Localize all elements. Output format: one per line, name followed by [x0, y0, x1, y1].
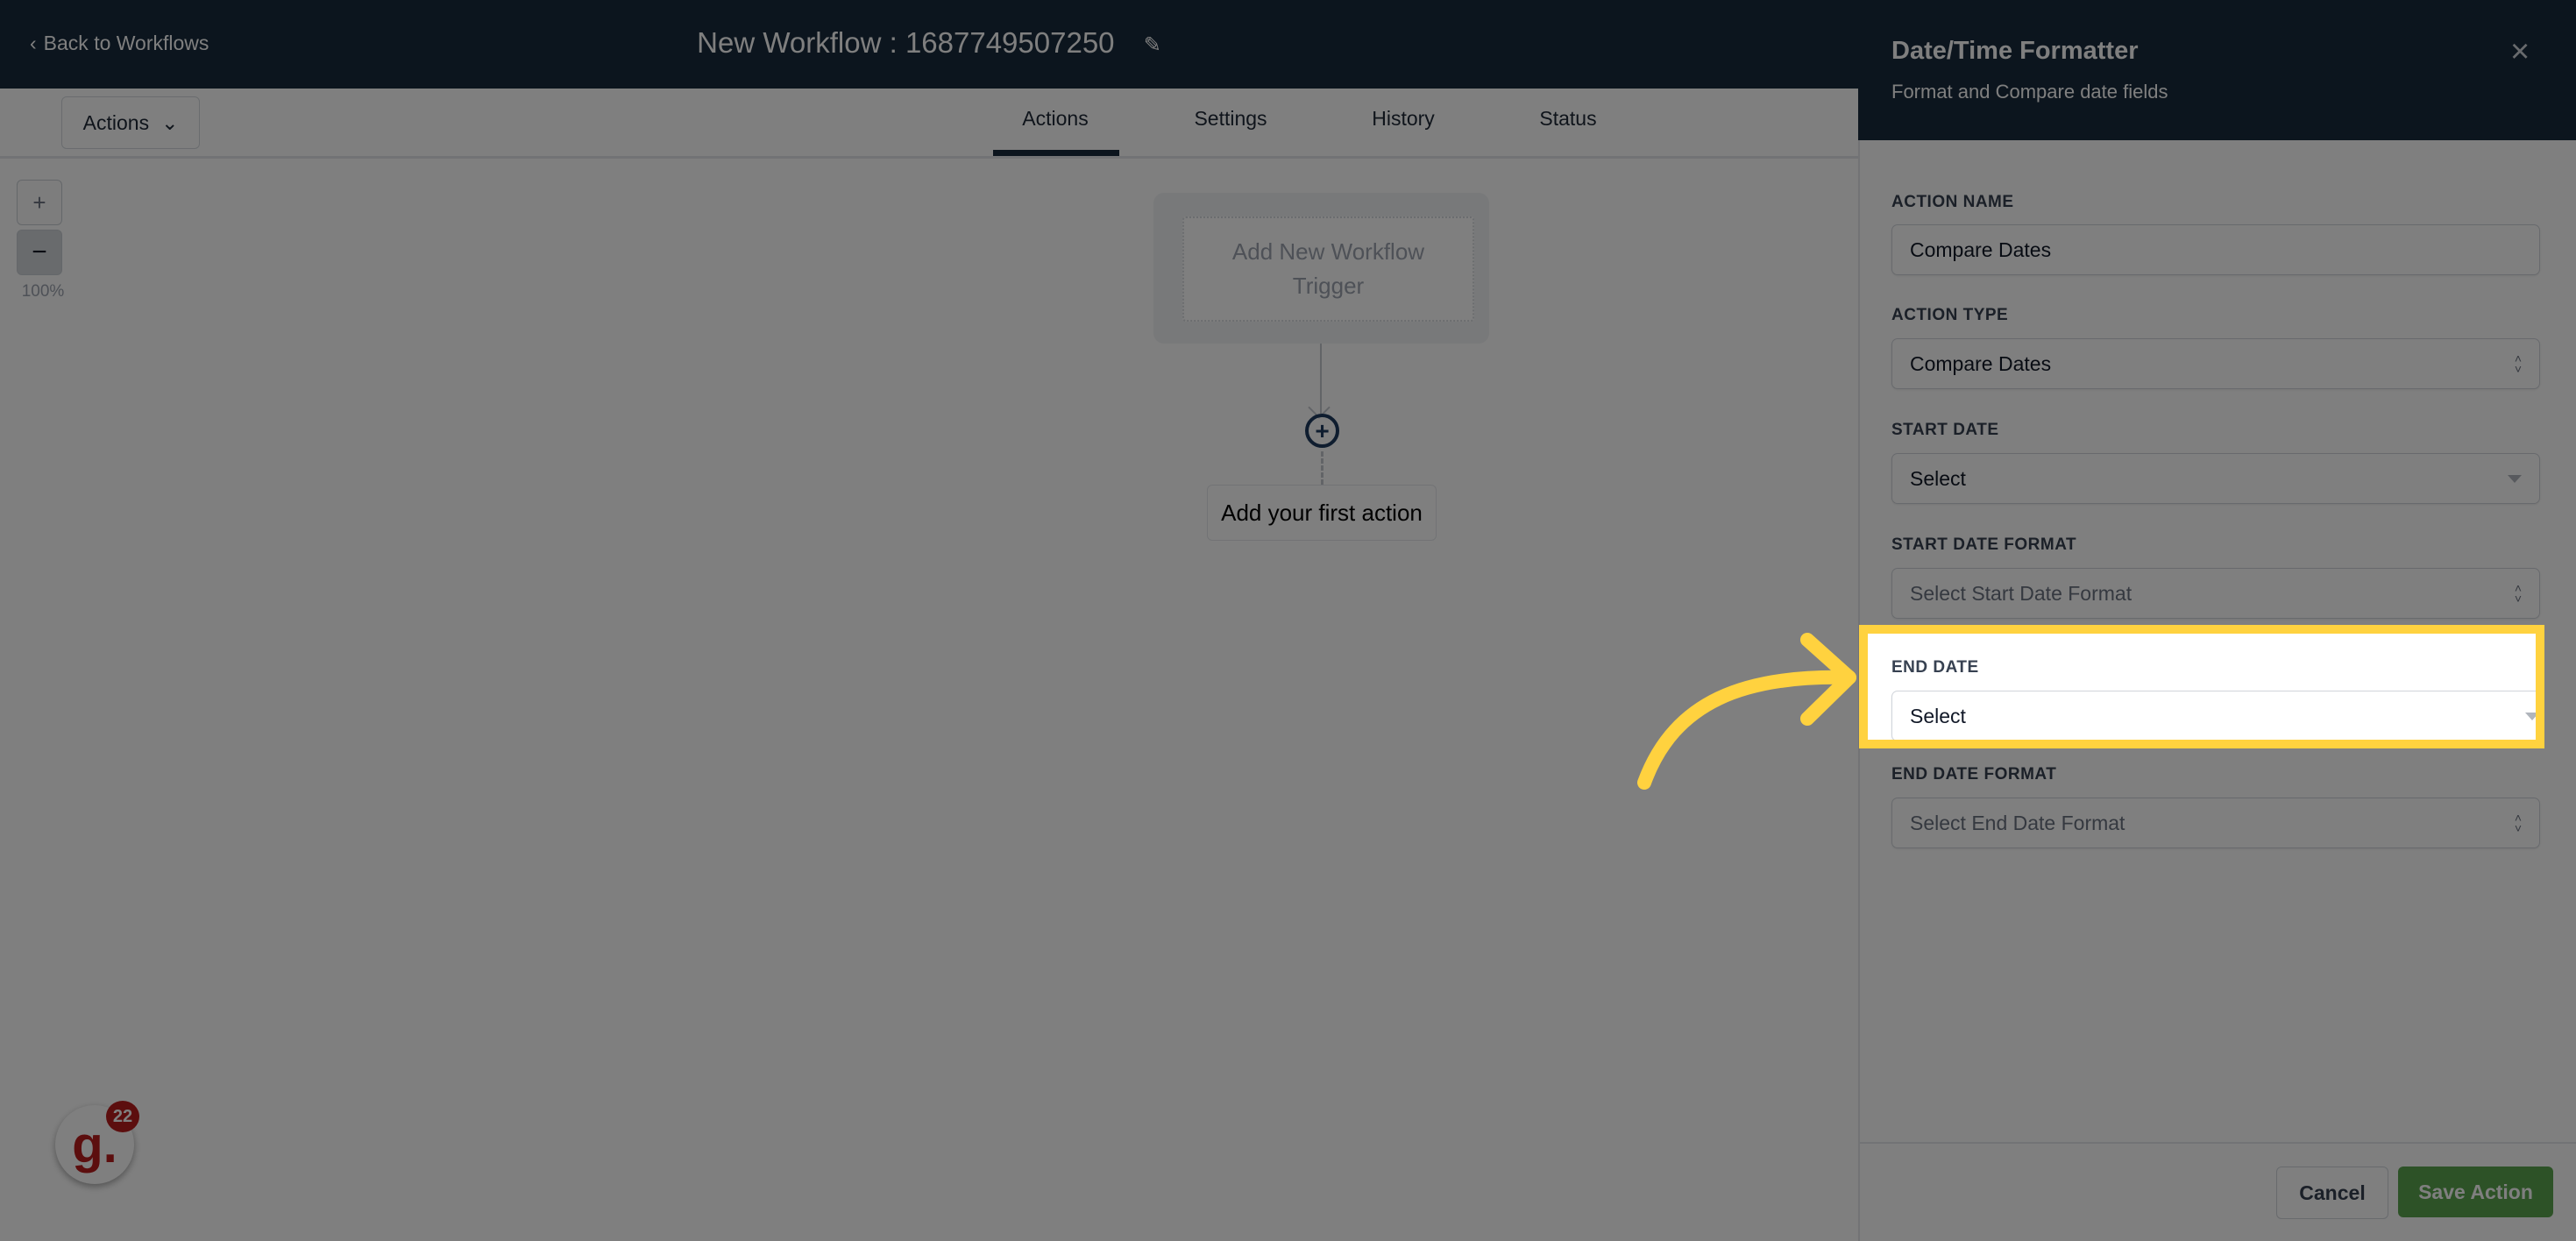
- annotation-arrow-icon: [1637, 633, 1856, 790]
- end-date-label: END DATE: [1891, 658, 1979, 677]
- tutorial-dim-overlay: [0, 0, 2576, 1241]
- caret-down-icon: [2525, 712, 2536, 720]
- end-date-select[interactable]: Select: [1891, 691, 2536, 740]
- arrow-shaft: [1637, 670, 1856, 790]
- end-date-highlight: END DATE Select: [1859, 625, 2544, 748]
- end-date-placeholder: Select: [1910, 704, 1966, 727]
